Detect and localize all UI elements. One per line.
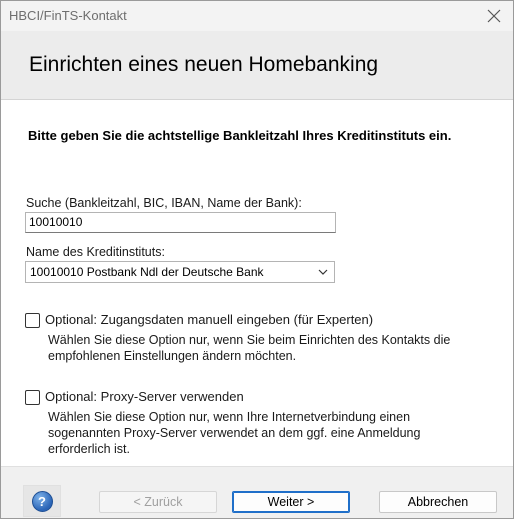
- search-input[interactable]: 10010010: [25, 212, 336, 233]
- wizard-content: Bitte geben Sie die achtstellige Banklei…: [1, 100, 513, 466]
- wizard-header: Einrichten eines neuen Homebanking: [1, 31, 513, 100]
- dialog-window: HBCI/FinTS-Kontakt Einrichten eines neue…: [0, 0, 514, 519]
- wizard-footer: ? < Zurück Weiter > Abbrechen: [1, 466, 513, 518]
- description-line: empfohlenen Einstellungen ändern möchten…: [48, 349, 297, 363]
- chevron-down-icon: [318, 269, 328, 275]
- institute-label: Name des Kreditinstituts:: [26, 245, 165, 259]
- institute-select[interactable]: 10010010 Postbank Ndl der Deutsche Bank: [25, 261, 335, 283]
- manual-credentials-checkbox[interactable]: [25, 313, 40, 328]
- window-title: HBCI/FinTS-Kontakt: [9, 8, 127, 23]
- back-button[interactable]: < Zurück: [99, 491, 217, 513]
- help-icon: ?: [31, 490, 53, 512]
- title-bar: HBCI/FinTS-Kontakt: [1, 1, 513, 31]
- description-line: Wählen Sie diese Option nur, wenn Sie be…: [48, 333, 451, 347]
- manual-credentials-label[interactable]: Optional: Zugangsdaten manuell eingeben …: [45, 312, 373, 327]
- proxy-label[interactable]: Optional: Proxy-Server verwenden: [45, 389, 244, 404]
- page-title: Einrichten eines neuen Homebanking: [29, 53, 379, 76]
- manual-credentials-description: Wählen Sie diese Option nur, wenn Sie be…: [48, 332, 450, 364]
- description-line: sogenannten Proxy-Server verwendet an de…: [48, 426, 421, 440]
- institute-selected-value: 10010010 Postbank Ndl der Deutsche Bank: [30, 265, 264, 279]
- close-icon: [487, 9, 501, 23]
- cancel-button[interactable]: Abbrechen: [379, 491, 497, 513]
- proxy-description: Wählen Sie diese Option nur, wenn Ihre I…: [48, 409, 420, 457]
- description-line: Wählen Sie diese Option nur, wenn Ihre I…: [48, 410, 411, 424]
- proxy-checkbox[interactable]: [25, 390, 40, 405]
- instruction-text: Bitte geben Sie die achtstellige Banklei…: [28, 128, 452, 143]
- help-button[interactable]: ?: [23, 485, 61, 517]
- next-button[interactable]: Weiter >: [232, 491, 350, 513]
- close-button[interactable]: [483, 5, 505, 27]
- search-label: Suche (Bankleitzahl, BIC, IBAN, Name der…: [26, 196, 302, 210]
- description-line: erforderlich ist.: [48, 442, 130, 456]
